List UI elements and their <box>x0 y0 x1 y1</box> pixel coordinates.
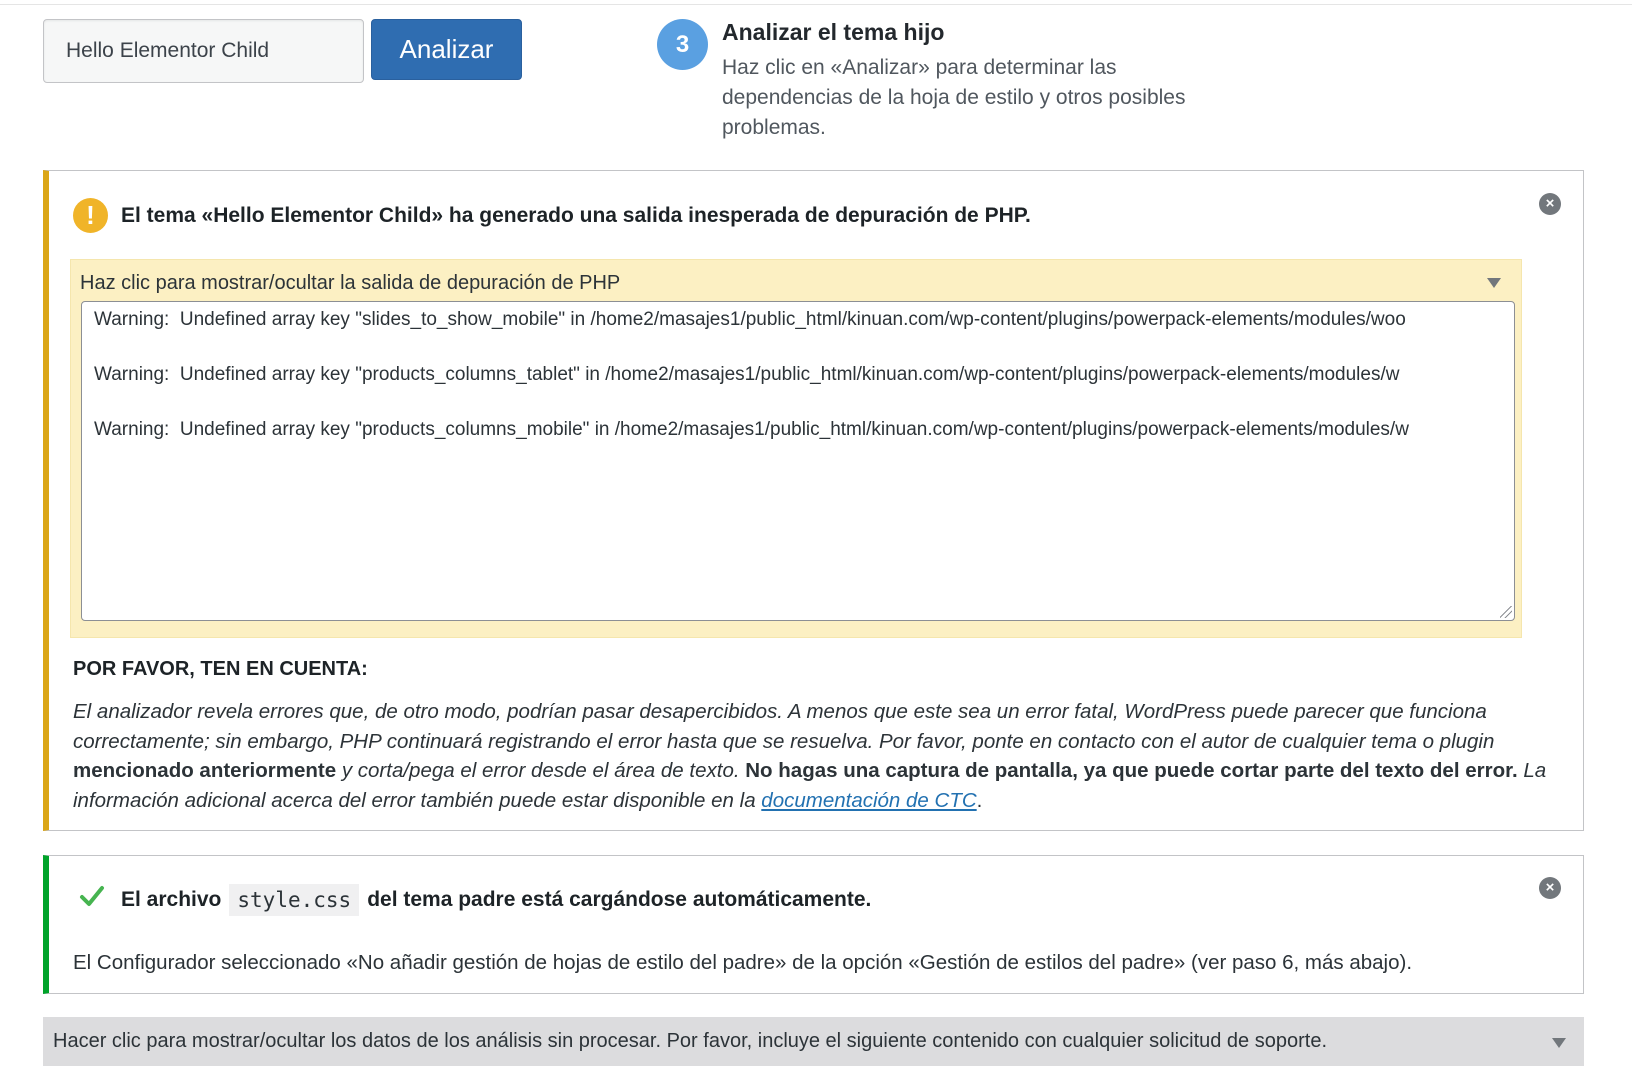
note-bold-text: mencionado anteriormente <box>73 759 337 782</box>
note-heading: POR FAVOR, TEN EN CUENTA: <box>73 658 368 680</box>
success-title-before: El archivo <box>121 888 222 911</box>
exclamation-circle-icon: ! <box>73 198 108 233</box>
debug-line: Warning: Undefined array key "products_c… <box>94 364 1400 385</box>
close-circle-icon[interactable]: × <box>1539 877 1561 899</box>
note-bold-text: No hagas una captura de pantalla, ya que… <box>745 759 1518 782</box>
triangle-down-icon[interactable] <box>1487 278 1501 288</box>
step-number-badge: 3 <box>657 19 708 70</box>
success-description: El Configurador seleccionado «No añadir … <box>73 951 1413 974</box>
note-text: y corta/pega el error desde el área de t… <box>336 759 746 782</box>
php-debug-warning-notice: ! El tema «Hello Elementor Child» ha gen… <box>43 170 1584 831</box>
debug-output-textarea[interactable]: Warning: Undefined array key "slides_to_… <box>81 301 1515 621</box>
resize-handle[interactable] <box>1500 606 1512 618</box>
success-title-after: del tema padre está cargándose automátic… <box>367 888 872 911</box>
warning-title: El tema «Hello Elementor Child» ha gener… <box>121 204 1031 227</box>
step-description: Haz clic en «Analizar» para determinar l… <box>722 56 1186 139</box>
step-title: Analizar el tema hijo <box>722 19 945 45</box>
note-body: El analizador revela errores que, de otr… <box>73 697 1553 815</box>
parent-style-success-notice: El archivo style.css del tema padre está… <box>43 855 1584 994</box>
child-theme-field[interactable]: Hello Elementor Child <box>43 19 364 83</box>
success-title: El archivo style.css del tema padre está… <box>121 884 871 916</box>
raw-analysis-toggle[interactable]: Hacer clic para mostrar/ocultar los dato… <box>43 1017 1584 1066</box>
note-text: El analizador revela errores que, de otr… <box>73 700 1495 753</box>
debug-line: Warning: Undefined array key "products_c… <box>94 419 1409 440</box>
top-divider <box>0 4 1632 5</box>
stylesheet-filename: style.css <box>229 884 360 916</box>
debug-line: Warning: Undefined array key "slides_to_… <box>94 309 1406 330</box>
debug-output-panel: Haz clic para mostrar/ocultar la salida … <box>70 259 1522 638</box>
checkmark-icon <box>80 886 104 906</box>
triangle-down-icon <box>1552 1038 1566 1048</box>
close-circle-icon[interactable]: × <box>1539 193 1561 215</box>
note-end: . <box>976 788 983 812</box>
raw-analysis-label: Hacer clic para mostrar/ocultar los dato… <box>53 1030 1327 1052</box>
debug-output-toggle[interactable]: Haz clic para mostrar/ocultar la salida … <box>80 272 620 295</box>
analyze-button[interactable]: Analizar <box>371 19 522 80</box>
ctc-documentation-link[interactable]: documentación de CTC <box>761 789 976 812</box>
